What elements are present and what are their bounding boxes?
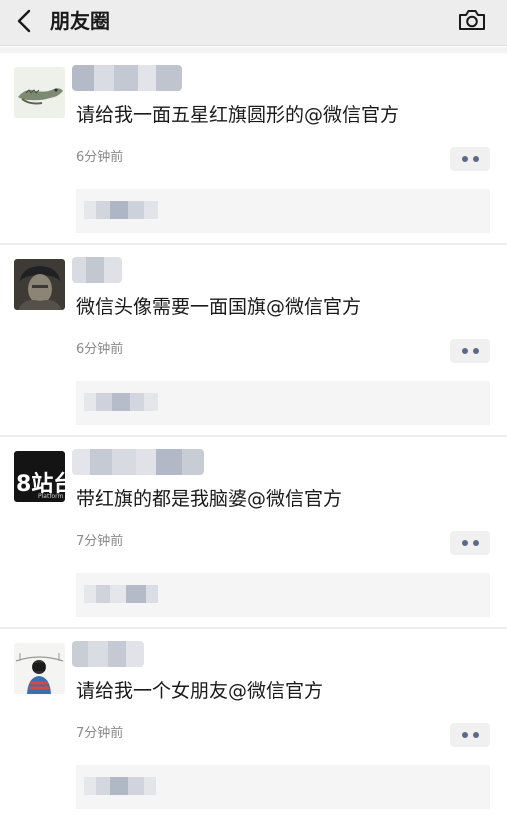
- comment-area: [76, 381, 490, 425]
- post-text: 请给我一个女朋友@微信官方: [76, 680, 324, 702]
- nickname-blurred[interactable]: [72, 641, 144, 667]
- more-actions-button[interactable]: [450, 339, 490, 363]
- page-title: 朋友圈: [50, 9, 110, 33]
- avatar[interactable]: [14, 67, 65, 118]
- dot-icon: [472, 348, 479, 354]
- dot-icon: [472, 540, 479, 546]
- post-timestamp: 7分钟前: [76, 726, 124, 741]
- dot-icon: [461, 348, 468, 354]
- dot-icon: [461, 540, 468, 546]
- moment-post: 请给我一面五星红旗圆形的@微信官方 6分钟前: [0, 53, 507, 245]
- more-actions-button[interactable]: [450, 147, 490, 171]
- dot-icon: [472, 156, 479, 162]
- post-text: 微信头像需要一面国旗@微信官方: [76, 296, 362, 318]
- moment-post: 请给我一个女朋友@微信官方 7分钟前: [0, 629, 507, 823]
- crocodile-avatar-icon: [14, 67, 65, 118]
- comment-area: [76, 573, 490, 617]
- dot-icon: [461, 732, 468, 738]
- post-timestamp: 7分钟前: [76, 534, 124, 549]
- camera-button[interactable]: [457, 7, 487, 33]
- dot-icon: [461, 156, 468, 162]
- avatar[interactable]: 8站台 Platform: [14, 451, 65, 502]
- post-text: 请给我一面五星红旗圆形的@微信官方: [76, 104, 400, 126]
- camera-icon: [459, 10, 485, 30]
- more-actions-button[interactable]: [450, 723, 490, 747]
- avatar[interactable]: [14, 259, 65, 310]
- nickname-blurred[interactable]: [72, 449, 204, 475]
- portrait-avatar-icon: [14, 259, 65, 310]
- comment-blurred: [84, 585, 158, 603]
- chevron-left-icon: [17, 9, 31, 33]
- post-timestamp: 6分钟前: [76, 342, 124, 357]
- comment-blurred: [84, 393, 158, 411]
- nickname-blurred[interactable]: [72, 65, 182, 91]
- dot-icon: [472, 732, 479, 738]
- moment-post: 微信头像需要一面国旗@微信官方 6分钟前: [0, 245, 507, 437]
- back-button[interactable]: [12, 8, 38, 34]
- station-sign-avatar-icon: 8站台 Platform: [14, 451, 65, 502]
- avatar[interactable]: [14, 643, 65, 694]
- comment-area: [76, 189, 490, 233]
- nickname-blurred[interactable]: [72, 257, 122, 283]
- moment-post: 8站台 Platform 带红旗的都是我脑婆@微信官方 7分钟前: [0, 437, 507, 629]
- more-actions-button[interactable]: [450, 531, 490, 555]
- comment-blurred: [84, 777, 156, 795]
- post-text: 带红旗的都是我脑婆@微信官方: [76, 488, 343, 510]
- comment-area: [76, 765, 490, 809]
- photographer-avatar-icon: [14, 643, 65, 694]
- top-bar: 朋友圈: [0, 0, 507, 46]
- post-timestamp: 6分钟前: [76, 150, 124, 165]
- comment-blurred: [84, 201, 158, 219]
- svg-text:Platform: Platform: [38, 493, 63, 500]
